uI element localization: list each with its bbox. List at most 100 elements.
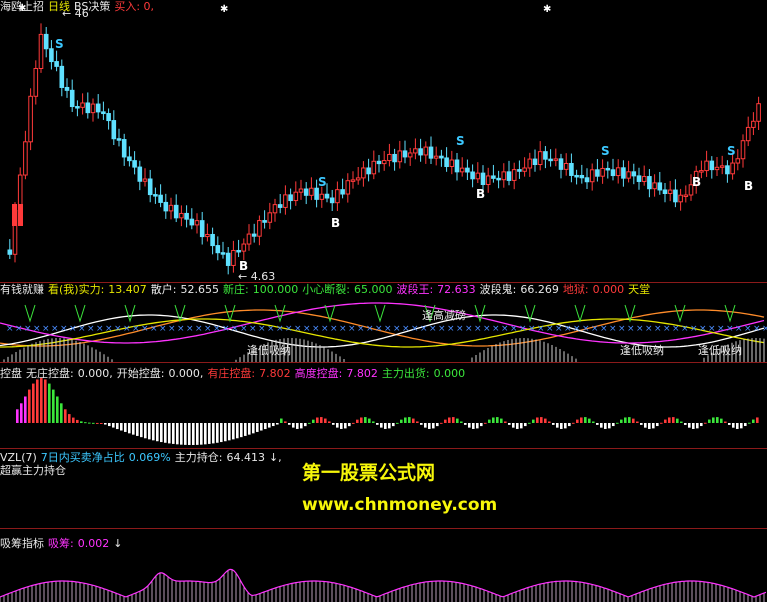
candle-body [371, 160, 377, 175]
osc-cross-marker: × [33, 324, 41, 334]
control-bar [612, 423, 615, 427]
candle-body [59, 65, 65, 88]
candle-body [709, 160, 715, 171]
osc-cross-marker: × [690, 324, 698, 334]
candle-body [163, 201, 169, 212]
control-bar [716, 417, 719, 423]
control-bar [412, 418, 415, 423]
candle-body [251, 233, 257, 237]
control-bar [268, 423, 271, 428]
osc-title: 有钱就赚 [0, 283, 44, 296]
osc-cross-marker: × [78, 324, 86, 334]
candle-body [179, 212, 184, 219]
candle-body [647, 176, 652, 190]
control-bar [512, 423, 515, 428]
control-bar [408, 417, 411, 423]
control-bar [600, 423, 603, 428]
candle-body [147, 178, 153, 196]
control-bar [96, 422, 99, 424]
control-bar [596, 423, 599, 425]
tag-buy-on-low-2: 逢低吸纳 [620, 344, 664, 357]
candle-body [189, 218, 195, 226]
candle-body [111, 120, 117, 140]
control-bar [24, 396, 27, 423]
candle-body [719, 165, 725, 168]
osc-cross-marker: × [537, 324, 545, 334]
candle-body [470, 171, 475, 180]
candle-body [236, 249, 241, 253]
candle-body [745, 126, 751, 142]
candle-body [641, 176, 647, 182]
control-bar [516, 423, 519, 429]
candle-body [298, 188, 304, 193]
osc-cross-marker: × [564, 324, 572, 334]
oscillator-pane[interactable]: × × × × × × × × × × × × × × × × × × × × × × × × × × × × × × × × × × × × × × × ×… [0, 283, 767, 363]
osc-cross-marker: × [105, 324, 113, 334]
candle-body [589, 169, 595, 183]
control-bar [444, 419, 447, 423]
osc-cross-marker: × [762, 324, 767, 334]
osc-cross-marker: × [366, 324, 374, 334]
osc-cross-marker: × [528, 324, 536, 334]
candle-body [132, 160, 137, 168]
control-bar [16, 409, 19, 423]
candle-body [522, 167, 527, 172]
control-bar [592, 421, 595, 423]
osc-cross-marker: × [195, 324, 203, 334]
control-bar [428, 423, 431, 429]
candlestick-chart[interactable]: SSSS SBBBB B✱ ✱ ✱ [0, 0, 767, 283]
candle-body [595, 169, 600, 177]
control-bar [328, 421, 331, 423]
price-pane[interactable]: S S S S S B B B B B ✱ ✱ ✱ 海鸥上招 日线 BS决策 买入: 0, ← 46 ← 4.… [0, 0, 767, 283]
osc-cross-marker: × [222, 324, 230, 334]
control-bar [276, 423, 279, 425]
control-bar [260, 423, 263, 431]
candle-body [361, 167, 366, 179]
buy-signal-marker: B [331, 216, 340, 230]
control-bar [308, 422, 311, 424]
candle-body [199, 220, 205, 238]
osc-cross-marker: × [276, 324, 284, 334]
control-bar [652, 423, 655, 429]
osc-cross-marker: × [348, 324, 356, 334]
control-bar [284, 421, 287, 423]
candle-body [38, 33, 44, 69]
control-bar [364, 417, 367, 423]
candle-body [751, 120, 756, 128]
control-bar [156, 423, 159, 442]
control-pane[interactable]: 控盘 无庄控盘: 0.000, 开始控盘: 0.000, 有庄控盘: 7.802 高度控盘: 7… [0, 363, 767, 449]
candle-body [506, 171, 512, 181]
ctrl-value-have: 7.802 [259, 367, 291, 380]
ctrl-value-none: 0.000, [77, 367, 113, 380]
osc-cross-marker: × [681, 324, 689, 334]
candle-body [319, 193, 325, 200]
osc-cross-marker: × [546, 324, 554, 334]
control-bar [264, 423, 267, 430]
control-bar [536, 417, 539, 423]
osc-cross-marker: × [114, 324, 122, 334]
candle-body [127, 156, 132, 162]
control-bar [680, 421, 683, 423]
candle-body [64, 86, 70, 91]
ctrl-value-out: 0.000 [433, 367, 466, 380]
control-bar [548, 421, 551, 423]
osc-cross-marker: × [375, 324, 383, 334]
control-bar [132, 423, 135, 435]
osc-cross-marker: × [60, 324, 68, 334]
osc-cross-marker: × [456, 324, 464, 334]
osc-cross-marker: × [384, 324, 392, 334]
control-bar [576, 419, 579, 423]
candle-body [485, 175, 491, 186]
osc-cross-marker: × [573, 324, 581, 334]
control-bar [436, 423, 439, 427]
control-bar [688, 423, 691, 428]
control-bar [720, 418, 723, 423]
control-bar [736, 423, 739, 429]
candle-body [699, 170, 704, 173]
control-bar [432, 423, 435, 429]
acc-value: 0.002 [77, 537, 110, 550]
control-bar [216, 423, 219, 443]
control-bar [44, 379, 47, 423]
accumulation-pane[interactable]: 吸筹指标 吸筹: 0.002 ↓ [0, 529, 767, 602]
sell-signal-marker: S [727, 144, 736, 158]
